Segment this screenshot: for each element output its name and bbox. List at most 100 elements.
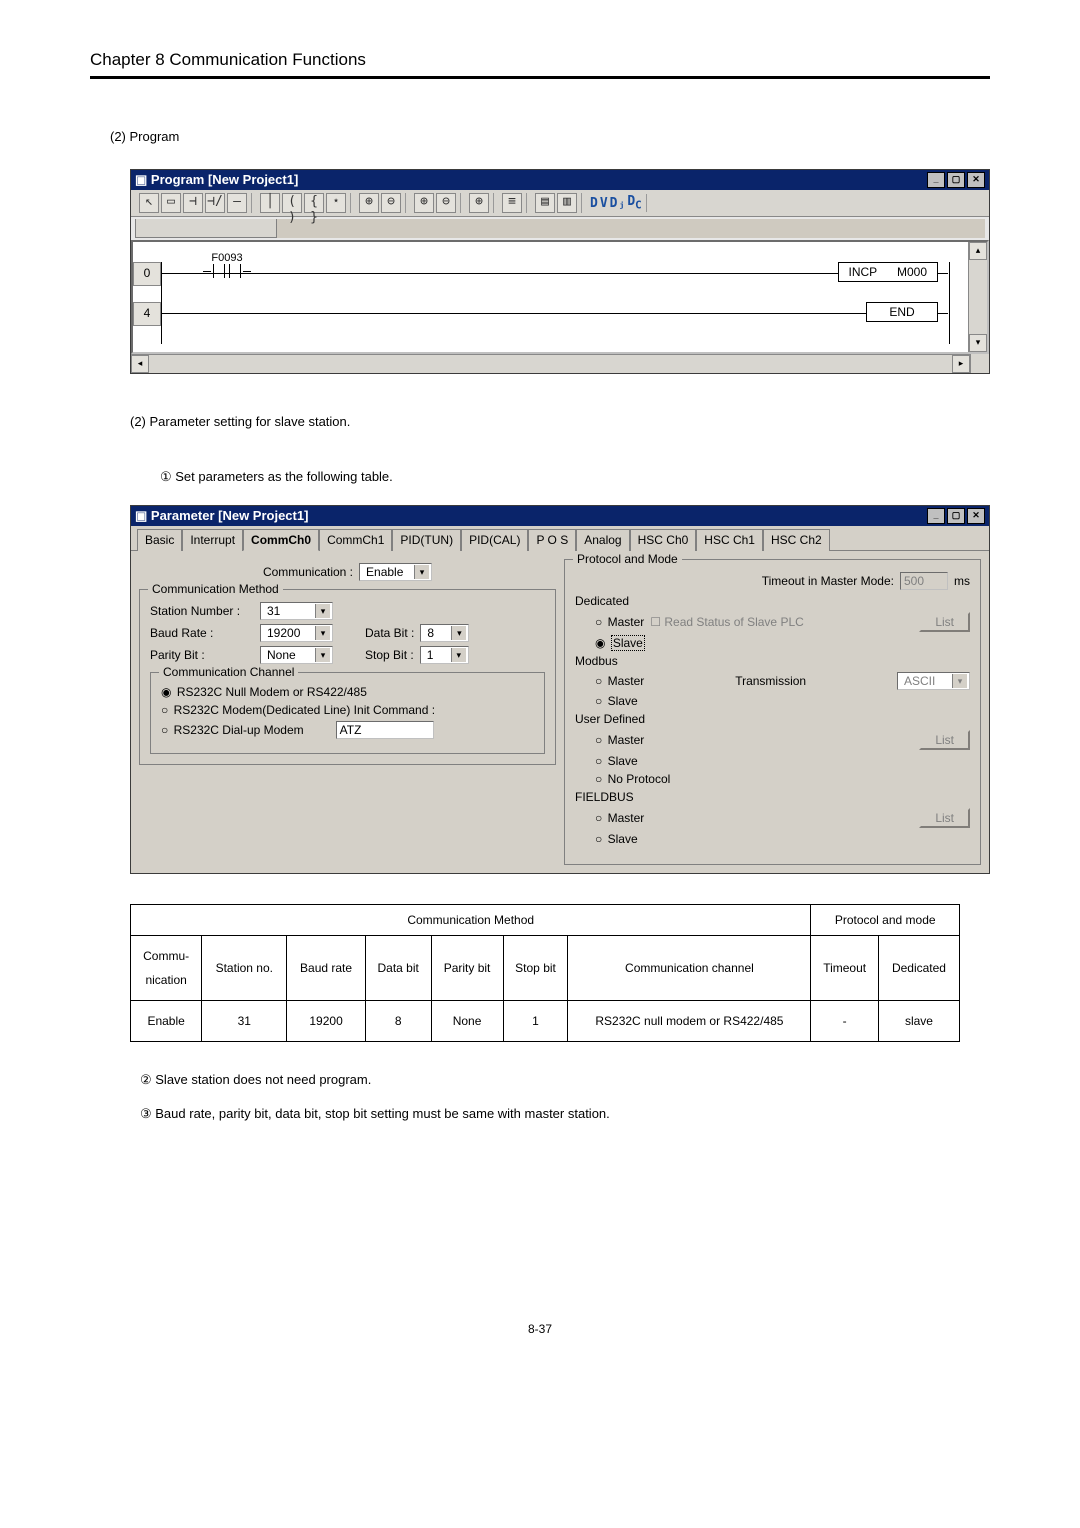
radio-dedicated-master[interactable]: Master xyxy=(595,615,644,629)
station-label: Station Number : xyxy=(150,604,254,618)
radio-dedicated-slave[interactable]: Slave xyxy=(595,636,645,650)
tab-analog[interactable]: Analog xyxy=(576,529,629,551)
transmission-label: Transmission xyxy=(650,674,891,688)
transmission-select: ASCII▾ xyxy=(897,672,970,690)
th-col: Data bit xyxy=(365,936,431,1001)
radio-no-protocol[interactable]: No Protocol xyxy=(595,772,670,786)
tab-pidcal[interactable]: PID(CAL) xyxy=(461,529,528,551)
td-cell: - xyxy=(811,1001,879,1042)
station-select[interactable]: 31▾ xyxy=(260,602,333,620)
parameter-titlebar: ▣ Parameter [New Project1] _ ▢ ✕ xyxy=(131,506,989,526)
tool-coil-icon[interactable]: ( ) xyxy=(282,193,302,213)
tool-dc-icon[interactable]: DC xyxy=(627,194,641,212)
radio-ud-master[interactable]: Master xyxy=(595,733,644,747)
section-2-program: (2) Program xyxy=(110,129,990,144)
instruction-dest: M000 xyxy=(897,265,927,279)
th-col: Timeout xyxy=(811,936,879,1001)
td-cell: 1 xyxy=(503,1001,568,1042)
tool-d-icon[interactable]: D xyxy=(590,196,598,211)
tool-contact-icon[interactable]: ⊣ xyxy=(183,193,203,213)
contact-label: F0093 xyxy=(203,252,251,264)
tab-hscch2[interactable]: HSC Ch2 xyxy=(763,529,830,551)
maximize-icon[interactable]: ▢ xyxy=(947,172,965,188)
tool-vline-icon[interactable]: │ xyxy=(260,193,280,213)
parameter-window: ▣ Parameter [New Project1] _ ▢ ✕ Basic I… xyxy=(130,505,990,874)
stop-bit-label: Stop Bit : xyxy=(365,648,414,662)
radio-dialup[interactable]: RS232C Dial-up Modem xyxy=(161,723,304,737)
communication-label: Communication : xyxy=(263,565,353,579)
radio-null-modem[interactable]: RS232C Null Modem or RS422/485 xyxy=(161,685,367,699)
tab-interrupt[interactable]: Interrupt xyxy=(182,529,243,551)
init-command-input[interactable]: ATZ xyxy=(336,721,434,739)
horizontal-scrollbar[interactable]: ◂ ▸ xyxy=(131,354,970,373)
tool-grid2-icon[interactable]: ▥ xyxy=(557,193,577,213)
list-button[interactable]: List xyxy=(919,808,970,828)
ladder-area: 0 F0093 INCP M000 4 xyxy=(131,240,989,354)
data-bit-select[interactable]: 8▾ xyxy=(420,624,469,642)
tool-contact-not-icon[interactable]: ⊣/ xyxy=(205,193,225,213)
app-icon: ▣ xyxy=(135,172,151,187)
tab-commch1[interactable]: CommCh1 xyxy=(319,529,392,551)
communication-select[interactable]: Enable▾ xyxy=(359,563,432,581)
tool-grid1-icon[interactable]: ▤ xyxy=(535,193,555,213)
tab-pidtun[interactable]: PID(TUN) xyxy=(392,529,461,551)
tool-box-icon[interactable]: ▭ xyxy=(161,193,181,213)
scroll-up-icon[interactable]: ▴ xyxy=(969,242,987,260)
tab-pos[interactable]: P O S xyxy=(528,529,576,551)
close-icon[interactable]: ✕ xyxy=(967,508,985,524)
protocol-mode-group: Protocol and Mode Timeout in Master Mode… xyxy=(564,559,981,865)
modbus-label: Modbus xyxy=(575,654,970,668)
scroll-right-icon[interactable]: ▸ xyxy=(952,355,970,373)
tool-zoomin-icon[interactable]: ⊕ xyxy=(359,193,379,213)
tool-zoomout-icon[interactable]: ⊖ xyxy=(381,193,401,213)
tool-func-icon[interactable]: { } xyxy=(304,193,324,213)
th-col: Baud rate xyxy=(287,936,366,1001)
communication-method-group: Communication Method Station Number : 31… xyxy=(139,589,556,765)
tool-arrow-icon[interactable]: ↖ xyxy=(139,193,159,213)
radio-fb-slave[interactable]: Slave xyxy=(595,832,638,846)
step-1: ① Set parameters as the following table. xyxy=(160,469,990,485)
vertical-scrollbar[interactable]: ▴ ▾ xyxy=(968,242,987,352)
radio-ud-slave[interactable]: Slave xyxy=(595,754,638,768)
radio-modbus-slave[interactable]: Slave xyxy=(595,694,638,708)
scroll-left-icon[interactable]: ◂ xyxy=(131,355,149,373)
note-2: ② Slave station does not need program. xyxy=(140,1072,990,1088)
tool-zoom-fit-icon[interactable]: ⊕ xyxy=(469,193,489,213)
tool-star-icon[interactable]: ⋆ xyxy=(326,193,346,213)
section-2b: (2) Parameter setting for slave station. xyxy=(130,414,990,429)
maximize-icon[interactable]: ▢ xyxy=(947,508,965,524)
minimize-icon[interactable]: _ xyxy=(927,172,945,188)
radio-modem-dedicated[interactable]: RS232C Modem(Dedicated Line) Init Comman… xyxy=(161,703,435,717)
tool-hline-icon[interactable]: — xyxy=(227,193,247,213)
tab-commch0[interactable]: CommCh0 xyxy=(243,529,319,551)
list-button[interactable]: List xyxy=(919,612,970,632)
tab-hscch0[interactable]: HSC Ch0 xyxy=(630,529,697,551)
baud-select[interactable]: 19200▾ xyxy=(260,624,333,642)
contact-symbol-icon xyxy=(213,264,225,278)
tab-hscch1[interactable]: HSC Ch1 xyxy=(696,529,763,551)
fieldbus-label: FIELDBUS xyxy=(575,790,970,804)
tool-v-icon[interactable]: V xyxy=(600,196,608,211)
parity-select[interactable]: None▾ xyxy=(260,646,333,664)
contact-symbol-icon xyxy=(229,264,241,278)
list-button[interactable]: List xyxy=(919,730,970,750)
scroll-down-icon[interactable]: ▾ xyxy=(969,334,987,352)
tool-list-icon[interactable]: ≡ xyxy=(502,193,522,213)
th-col: Station no. xyxy=(202,936,287,1001)
program-title: Program [New Project1] xyxy=(151,172,298,187)
tool-zoomin2-icon[interactable]: ⊕ xyxy=(414,193,434,213)
close-icon[interactable]: ✕ xyxy=(967,172,985,188)
communication-channel-group: Communication Channel RS232C Null Modem … xyxy=(150,672,545,754)
minimize-icon[interactable]: _ xyxy=(927,508,945,524)
tool-dj-icon[interactable]: Dⱼ xyxy=(610,196,626,211)
userdefined-label: User Defined xyxy=(575,712,970,726)
stop-bit-select[interactable]: 1▾ xyxy=(420,646,469,664)
program-toolbar: ↖ ▭ ⊣ ⊣/ — │ ( ) { } ⋆ ⊕ ⊖ ⊕ ⊖ ⊕ xyxy=(131,190,989,217)
radio-fb-master[interactable]: Master xyxy=(595,811,644,825)
program-tab[interactable] xyxy=(135,219,277,238)
tab-basic[interactable]: Basic xyxy=(137,529,182,551)
radio-modbus-master[interactable]: Master xyxy=(595,674,644,688)
th-col: Dedicated xyxy=(878,936,959,1001)
tool-zoomout2-icon[interactable]: ⊖ xyxy=(436,193,456,213)
timeout-input: 500 xyxy=(900,572,948,590)
